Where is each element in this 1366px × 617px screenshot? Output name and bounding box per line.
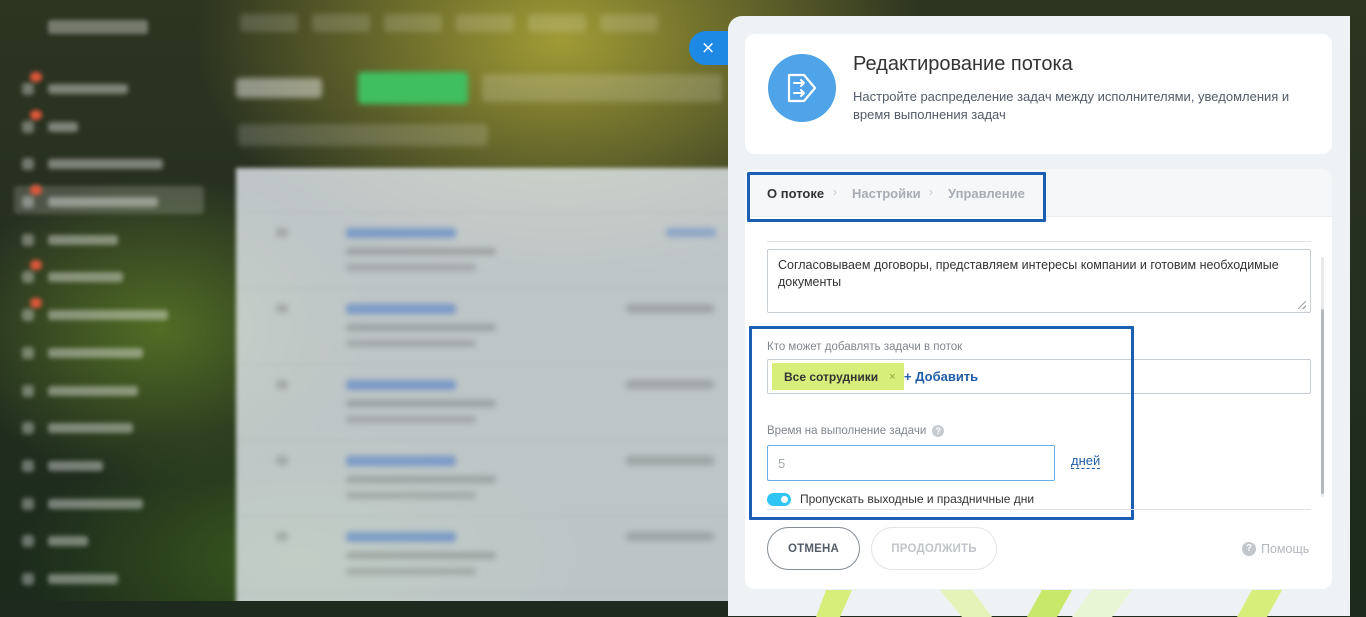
background-table-row (236, 212, 736, 289)
flow-description-text: Согласовываем договоры, представляем инт… (778, 258, 1279, 289)
background-nav-item (22, 298, 168, 322)
panel-description: Настройте распределение задач между испо… (853, 89, 1290, 122)
divider (767, 509, 1311, 510)
cancel-button[interactable]: ОТМЕНА (767, 527, 860, 570)
background-table-row (236, 516, 736, 593)
background-nav-item (22, 260, 123, 284)
background-title (236, 78, 322, 98)
background-nav-item (22, 497, 143, 511)
help-icon: ? (1242, 542, 1256, 556)
background-nav-item (22, 572, 118, 586)
background-table-row (236, 288, 736, 365)
background-table-row (236, 440, 736, 517)
flow-description-textarea[interactable]: Согласовываем договоры, представляем инт… (767, 249, 1311, 313)
background-nav-item (22, 72, 128, 96)
fields-highlight-frame (749, 326, 1134, 520)
background-nav-item (22, 421, 133, 435)
help-link-label: Помощь (1261, 542, 1310, 556)
edit-flow-panel: Редактирование потока Настройте распреде… (728, 16, 1350, 617)
background-nav-item (22, 185, 158, 209)
close-slider-button[interactable]: × (689, 31, 729, 65)
panel-title: Редактирование потока (853, 53, 1073, 75)
background-search (482, 74, 722, 102)
background-sidebar (0, 0, 215, 601)
background-filters (238, 124, 488, 146)
background-nav-item (22, 534, 88, 548)
header-card: Редактирование потока Настройте распреде… (745, 34, 1332, 154)
background-nav-item (22, 157, 163, 171)
help-link[interactable]: ? Помощь (1242, 542, 1309, 556)
divider (767, 241, 1311, 242)
background-nav-item (22, 233, 118, 247)
background-nav-item (22, 346, 143, 360)
background-logo (48, 20, 148, 34)
background-table (236, 168, 736, 601)
background-table-row (236, 364, 736, 441)
background-table-header (236, 168, 736, 213)
scrollbar-thumb[interactable] (1321, 309, 1324, 494)
background-nav-item (22, 110, 78, 134)
close-icon: × (701, 38, 716, 58)
flow-icon-glyph (787, 73, 817, 103)
resize-grip-icon[interactable] (1298, 301, 1306, 309)
form-card: О потоке › Настройки › Управление Соглас… (745, 169, 1332, 589)
background-nav-item (22, 384, 138, 398)
decorative-background-shapes (816, 590, 1282, 617)
continue-button[interactable]: ПРОДОЛЖИТЬ (871, 527, 997, 570)
background-nav-item (22, 459, 103, 473)
flow-icon (768, 54, 836, 122)
tabs-highlight-frame (747, 172, 1046, 222)
background-add-button (358, 72, 468, 104)
background-topbar (240, 14, 658, 34)
